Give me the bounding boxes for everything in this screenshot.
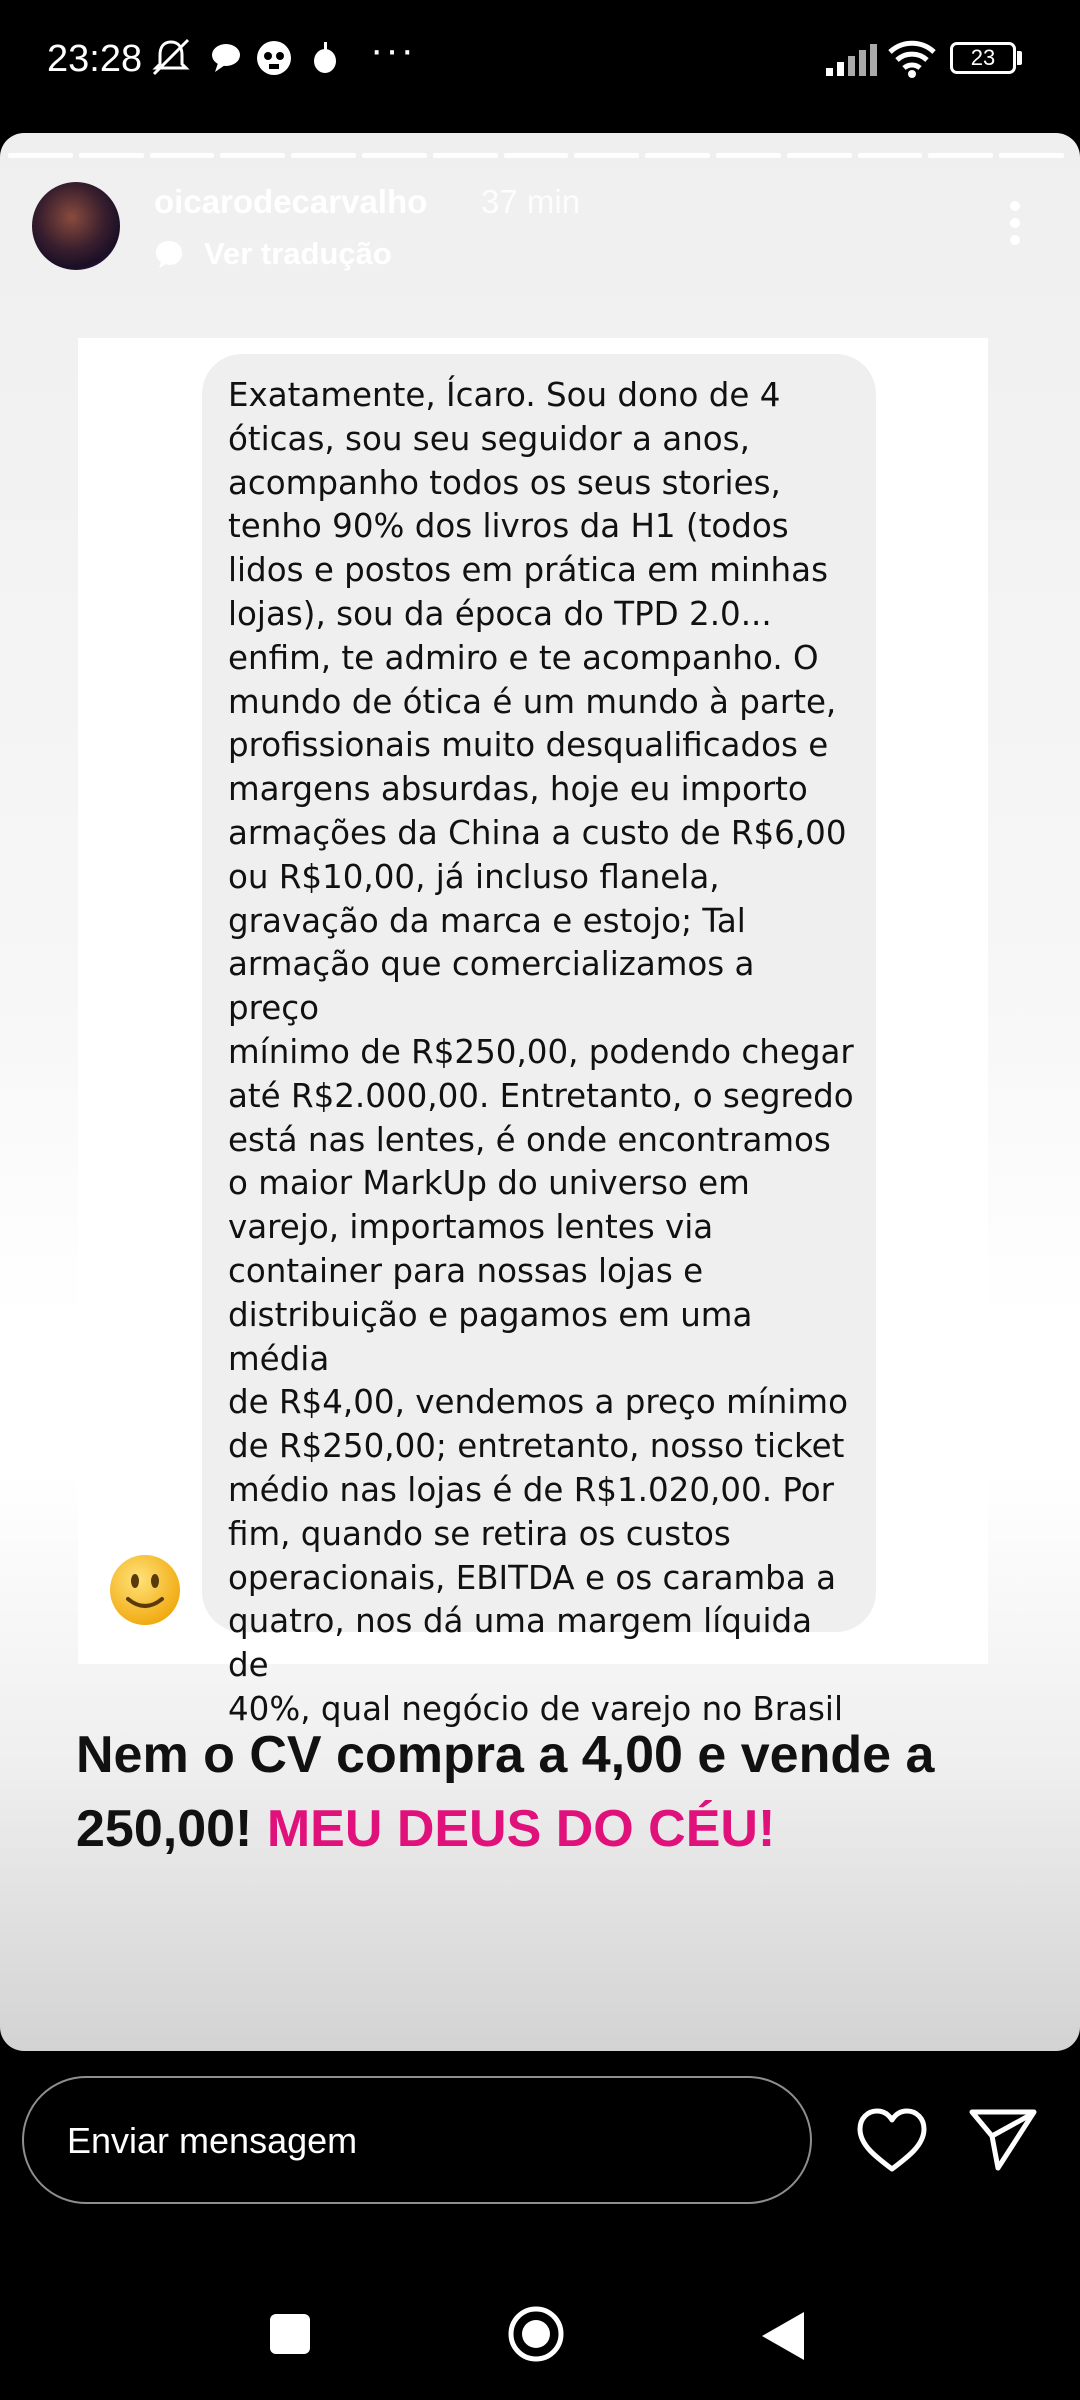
skull-icon xyxy=(257,41,291,75)
story-time: 37 min xyxy=(481,183,581,220)
chat-icon xyxy=(212,44,240,72)
more-options-icon[interactable] xyxy=(1000,198,1030,248)
smiley-emoji-icon xyxy=(110,1555,180,1625)
message-placeholder: Enviar mensagem xyxy=(67,2120,358,2161)
progress-segment xyxy=(574,153,640,158)
wifi-icon xyxy=(888,40,936,78)
signal-icon xyxy=(826,44,877,76)
more-dots-icon: ··· xyxy=(370,28,416,72)
progress-segment xyxy=(149,153,215,158)
message-text: Exatamente, Ícaro. Sou dono de 4 óticas,… xyxy=(228,376,854,1728)
battery-tip xyxy=(1017,51,1022,65)
progress-segment xyxy=(8,153,73,158)
progress-segment xyxy=(220,153,286,158)
progress-segment xyxy=(999,153,1064,158)
story-progress-bar xyxy=(8,153,1064,161)
apple-icon xyxy=(314,42,336,73)
progress-segment xyxy=(432,153,498,158)
progress-segment xyxy=(928,153,994,158)
battery-level: 23 xyxy=(970,45,996,70)
progress-segment xyxy=(786,153,852,158)
send-message-input[interactable]: Enviar mensagem xyxy=(22,2076,812,2204)
translate-icon[interactable] xyxy=(154,239,184,269)
message-bubble: Exatamente, Ícaro. Sou dono de 4 óticas,… xyxy=(202,354,876,1728)
status-bar: 23:28 ··· 23 xyxy=(0,0,1080,125)
recent-apps-button[interactable] xyxy=(270,2314,310,2354)
send-icon[interactable] xyxy=(968,2106,1038,2172)
progress-segment xyxy=(291,153,356,158)
avatar[interactable] xyxy=(32,182,120,270)
status-time: 23:28 xyxy=(47,38,143,80)
progress-segment xyxy=(857,153,923,158)
back-button[interactable] xyxy=(760,2310,806,2362)
progress-segment xyxy=(645,153,710,158)
story-username[interactable]: oicarodecarvalho xyxy=(154,183,427,221)
story-viewer[interactable]: oicarodecarvalho 37 min Ver tradução Exa… xyxy=(0,133,1080,2051)
shared-message-screenshot: Exatamente, Ícaro. Sou dono de 4 óticas,… xyxy=(78,338,988,1728)
progress-segment xyxy=(503,153,569,158)
progress-segment xyxy=(361,153,427,158)
progress-segment xyxy=(78,153,144,158)
heart-icon[interactable] xyxy=(856,2107,928,2173)
home-button[interactable] xyxy=(506,2304,566,2364)
mute-icon xyxy=(152,38,190,76)
story-caption: Nem o CV compra a 4,00 e vende a 250,00!… xyxy=(76,1718,1036,1866)
battery-icon: 23 xyxy=(950,42,1016,74)
caption-accent-text: MEU DEUS DO CÉU! xyxy=(266,1800,776,1858)
progress-segment xyxy=(715,153,781,158)
translate-link[interactable]: Ver tradução xyxy=(204,236,392,272)
